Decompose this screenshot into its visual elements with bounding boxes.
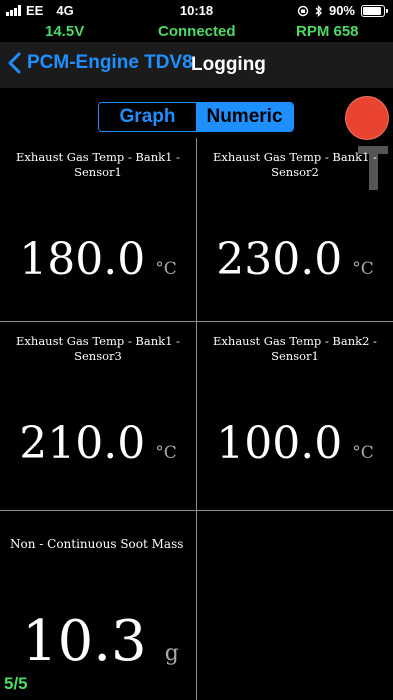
gauge-unit: g — [164, 641, 179, 666]
gauge-value-row: 230.0 °C — [197, 234, 393, 285]
connection-status: Connected — [158, 23, 236, 40]
gauge-value-row: 10.3 g — [0, 609, 196, 674]
segment-numeric[interactable]: Numeric — [196, 103, 293, 131]
page-title: Logging — [191, 54, 266, 75]
status-bar: EE 4G 10:18 90% — [0, 0, 393, 22]
gauge-label: Exhaust Gas Temp - Bank1 - Sensor2 — [213, 150, 377, 179]
gauge-label: Exhaust Gas Temp - Bank1 - Sensor1 — [16, 150, 180, 179]
gauge-unit: °C — [352, 443, 374, 463]
gauge-cell[interactable]: Exhaust Gas Temp - Bank1 - Sensor3 210.0… — [0, 322, 197, 511]
gauge-label: Exhaust Gas Temp - Bank1 - Sensor3 — [16, 334, 180, 363]
gauge-label: Exhaust Gas Temp - Bank2 - Sensor1 — [213, 334, 377, 363]
gauge-label: Non - Continuous Soot Mass — [10, 537, 184, 551]
gauge-value: 230.0 — [216, 234, 343, 285]
gauge-cell[interactable]: Exhaust Gas Temp - Bank1 - Sensor1 180.0… — [0, 138, 197, 322]
gauge-value: 210.0 — [19, 418, 146, 469]
record-button[interactable] — [345, 96, 389, 140]
gauge-value-row: 180.0 °C — [0, 234, 196, 285]
gauge-value: 180.0 — [19, 234, 146, 285]
battery-voltage: 14.5V — [45, 23, 85, 40]
back-button[interactable]: PCM-Engine TDV8 — [8, 52, 193, 74]
gauge-value: 100.0 — [216, 418, 343, 469]
back-button-label: PCM-Engine TDV8 — [27, 52, 193, 73]
gauge-grid: Exhaust Gas Temp - Bank1 - Sensor1 180.0… — [0, 138, 393, 700]
battery-icon — [361, 4, 388, 17]
chevron-left-icon — [8, 52, 21, 74]
page-indicator: 5/5 — [4, 674, 28, 693]
status-right: 90% — [297, 3, 388, 18]
gauge-cell-empty[interactable] — [197, 511, 393, 700]
navigation-bar: PCM-Engine TDV8 Logging — [0, 42, 393, 88]
gauge-value-row: 210.0 °C — [0, 418, 196, 469]
view-mode-segmented-control: Graph Numeric — [98, 102, 294, 132]
orientation-lock-icon — [297, 5, 309, 16]
bluetooth-icon — [315, 4, 322, 17]
gauge-unit: °C — [155, 259, 177, 279]
gauge-value: 10.3 — [22, 609, 147, 674]
gauge-unit: °C — [352, 259, 374, 279]
segment-graph[interactable]: Graph — [99, 103, 196, 131]
vehicle-status-row: 14.5V Connected RPM 658 — [0, 22, 393, 42]
engine-rpm: RPM 658 — [296, 23, 359, 40]
battery-percent: 90% — [328, 3, 355, 18]
gauge-cell[interactable]: Exhaust Gas Temp - Bank1 - Sensor2 230.0… — [197, 138, 393, 322]
gauge-value-row: 100.0 °C — [197, 418, 393, 469]
gauge-cell[interactable]: Exhaust Gas Temp - Bank2 - Sensor1 100.0… — [197, 322, 393, 511]
gauge-cell[interactable]: Non - Continuous Soot Mass 10.3 g — [0, 511, 197, 700]
gauge-unit: °C — [155, 443, 177, 463]
